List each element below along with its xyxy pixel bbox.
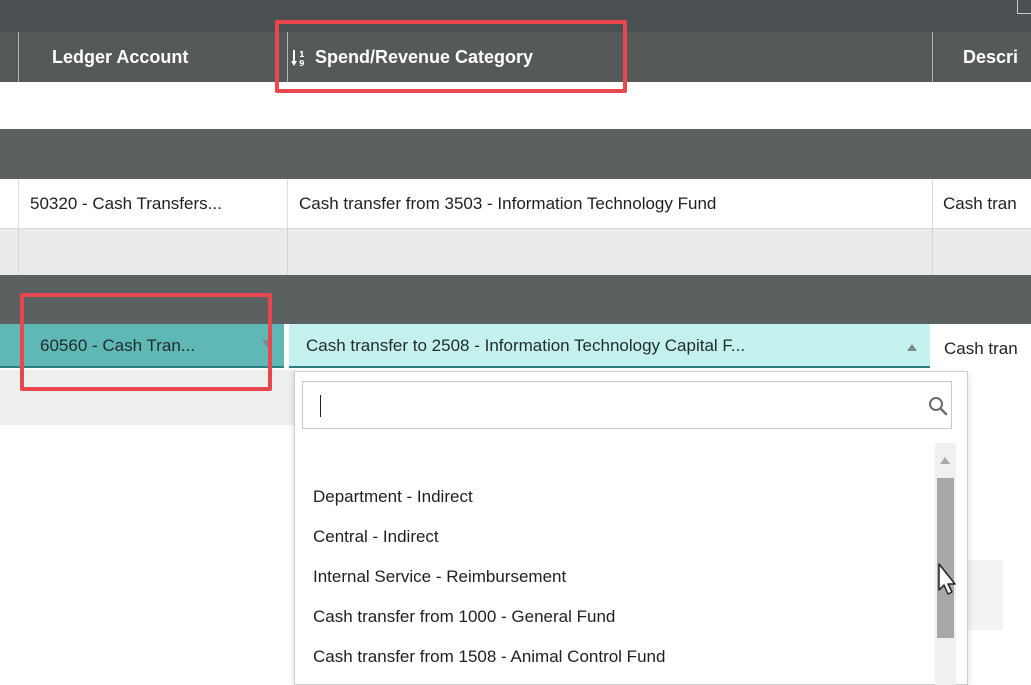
column-header-label: Ledger Account <box>52 47 189 67</box>
category-cell[interactable]: Cash transfer from 3503 - Information Te… <box>299 179 929 228</box>
dropdown-option[interactable]: Internal Service - Reimbursement <box>295 557 935 597</box>
cell-divider <box>932 229 933 275</box>
cell-divider <box>287 229 288 275</box>
category-value: Cash transfer to 2508 - Information Tech… <box>306 336 746 355</box>
cell-divider <box>287 179 288 228</box>
header-separator <box>287 32 288 82</box>
svg-text:1: 1 <box>299 50 305 59</box>
ledger-account-select[interactable]: 60560 - Cash Tran... <box>0 324 284 368</box>
group-header-bar <box>0 129 1031 179</box>
chevron-up-icon[interactable] <box>907 344 917 351</box>
svg-text:9: 9 <box>299 59 305 68</box>
column-header-label: Descri <box>963 47 1019 67</box>
dropdown-option[interactable]: Cash transfer from 1000 - General Fund <box>295 597 935 637</box>
ledger-account-value: 60560 - Cash Tran... <box>40 336 195 355</box>
chevron-down-icon[interactable] <box>262 340 272 347</box>
dropdown-option[interactable]: Department - Indirect <box>295 477 935 517</box>
grid-header: Ledger Account 1 9 Spend/Revenue Categor… <box>0 32 1031 82</box>
description-field[interactable]: Cash tran <box>930 324 1031 370</box>
dropdown-option-list: Department - Indirect Central - Indirect… <box>295 477 935 677</box>
scrollbar-thumb[interactable] <box>937 478 954 638</box>
group-header-bar <box>0 275 1031 324</box>
column-header-description[interactable]: Descri <box>963 32 1031 82</box>
background-panel <box>968 560 1003 630</box>
spend-revenue-category-select[interactable]: Cash transfer to 2508 - Information Tech… <box>289 324 930 368</box>
dropdown-option[interactable]: Central - Indirect <box>295 517 935 557</box>
sort-icon: 1 9 <box>291 50 305 68</box>
column-header-label: Spend/Revenue Category <box>315 47 534 67</box>
text-caret <box>320 395 321 417</box>
editing-row[interactable]: 60560 - Cash Tran... Cash transfer to 25… <box>0 324 1031 370</box>
dropdown-option[interactable]: Cash transfer from 1508 - Animal Control… <box>295 637 935 677</box>
table-row[interactable] <box>0 229 1031 275</box>
search-icon[interactable] <box>928 396 948 416</box>
header-separator <box>18 32 19 82</box>
cell-divider <box>932 179 933 228</box>
blank-row <box>0 82 1031 129</box>
description-cell[interactable]: Cash tran <box>943 179 1031 228</box>
dropdown-search-input[interactable] <box>302 381 952 429</box>
scroll-up-icon[interactable] <box>940 457 950 464</box>
column-header-ledger-account[interactable]: Ledger Account <box>52 32 272 82</box>
column-header-spend-revenue-category[interactable]: 1 9 Spend/Revenue Category <box>291 32 891 82</box>
dropdown-scrollbar[interactable] <box>935 443 956 685</box>
table-row[interactable]: 50320 - Cash Transfers... Cash transfer … <box>0 179 1031 229</box>
row-strip <box>0 370 295 425</box>
category-dropdown-panel: Department - Indirect Central - Indirect… <box>294 371 968 685</box>
toolbar-icon[interactable] <box>1017 0 1031 14</box>
cell-divider <box>18 229 19 275</box>
cell-divider <box>18 179 19 228</box>
grid-toolbar-strip <box>0 0 1031 32</box>
ledger-account-cell[interactable]: 50320 - Cash Transfers... <box>30 179 282 228</box>
header-separator <box>932 32 933 82</box>
